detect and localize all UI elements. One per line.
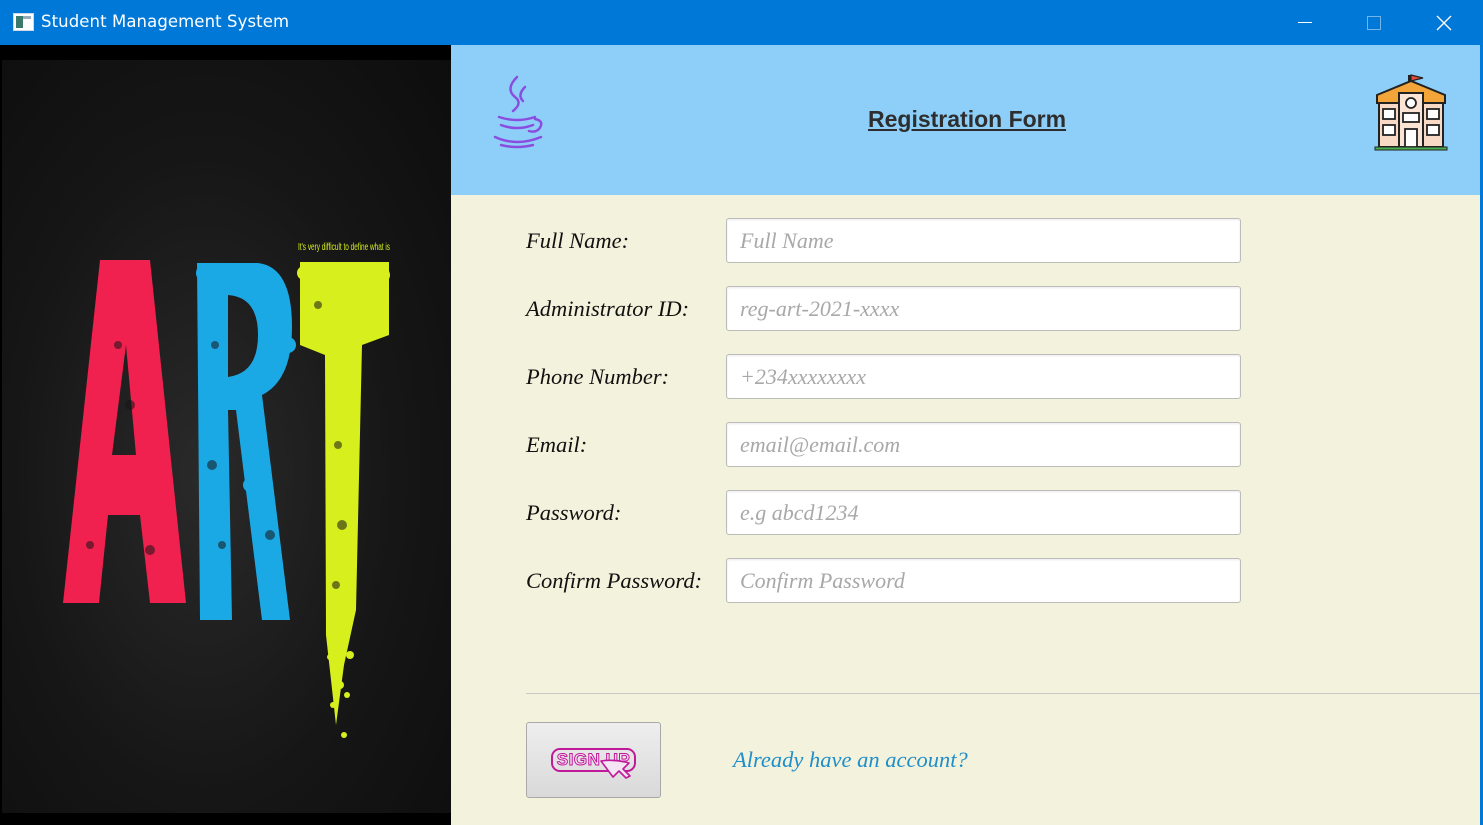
java-icon (493, 75, 543, 149)
phone-number-input[interactable] (726, 354, 1241, 399)
phone-number-label: Phone Number: (526, 364, 670, 389)
email-input[interactable] (726, 422, 1241, 467)
password-input[interactable] (726, 490, 1241, 535)
art-letter-a (63, 260, 186, 603)
form-header: Registration Form (451, 45, 1480, 195)
maximize-button[interactable] (1339, 0, 1409, 45)
art-caption: It's very difficult to define what is (298, 242, 390, 253)
administrator-id-label: Administrator ID: (526, 296, 690, 321)
school-building-icon (1374, 74, 1448, 151)
registration-panel: Registration Form Full Name: Administrat… (451, 45, 1480, 825)
title-bar: Student Management System (0, 0, 1483, 45)
app-window-icon (13, 13, 34, 31)
full-name-input[interactable] (726, 218, 1241, 263)
art-letter-r (196, 263, 296, 620)
art-illustration: It's very difficult to define what is (63, 242, 390, 738)
password-label: Password: (526, 500, 622, 525)
close-button[interactable] (1409, 0, 1479, 45)
form-title: Registration Form (868, 106, 1067, 132)
signin-link[interactable]: Already have an account? (733, 747, 968, 773)
form-divider (526, 693, 1480, 694)
window-title: Student Management System (41, 12, 290, 31)
minimize-button[interactable] (1270, 0, 1340, 45)
administrator-id-input[interactable] (726, 286, 1241, 331)
signup-button[interactable]: SIGN UP (526, 722, 661, 798)
email-label: Email: (526, 432, 588, 457)
maximize-icon (1367, 15, 1381, 30)
art-image-panel: It's very difficult to define what is (0, 45, 451, 825)
confirm-password-input[interactable] (726, 558, 1241, 603)
confirm-password-label: Confirm Password: (526, 568, 703, 593)
pointer-icon (600, 759, 631, 779)
close-icon (1436, 15, 1452, 30)
full-name-label: Full Name: (526, 228, 630, 253)
art-letter-t (297, 262, 390, 738)
minimize-icon (1298, 22, 1312, 23)
